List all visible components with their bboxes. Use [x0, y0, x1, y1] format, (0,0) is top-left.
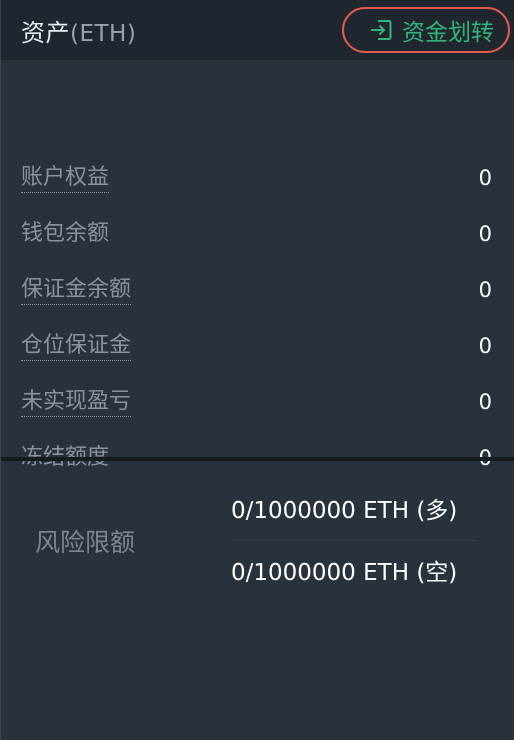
login-arrow-icon [368, 17, 394, 43]
risk-limit-long: 0/1000000 ETH (多) [231, 498, 458, 524]
margin-balance-label-text: 保证金余额 [21, 277, 132, 305]
asset-row-position-margin: 仓位保证金 0 [1, 318, 514, 374]
equity-label[interactable]: 账户权益 [21, 150, 110, 206]
risk-limit-section: 风险限额 0/1000000 ETH (多) 0/1000000 ETH (空) [1, 461, 514, 740]
unrealized-pnl-label[interactable]: 未实现盈亏 [21, 374, 132, 430]
position-margin-label[interactable]: 仓位保证金 [21, 318, 132, 374]
wallet-balance-label-text: 钱包余额 [21, 221, 110, 246]
assets-title-text: 资产 [21, 18, 70, 47]
fund-transfer-label: 资金划转 [402, 20, 494, 46]
assets-panel: 资产(ETH) 资金划转 账户权益 0 钱包余额 0 保证金余额 0 仓位保证金… [0, 0, 514, 740]
fund-transfer-button[interactable]: 资金划转 [342, 7, 510, 53]
unrealized-pnl-label-text: 未实现盈亏 [21, 389, 132, 417]
risk-limit-short: 0/1000000 ETH (空) [231, 560, 458, 586]
position-margin-value: 0 [478, 334, 492, 358]
margin-balance-value: 0 [478, 278, 492, 302]
unrealized-pnl-value: 0 [478, 390, 492, 414]
position-margin-label-text: 仓位保证金 [21, 333, 132, 361]
asset-row-unrealized-pnl: 未实现盈亏 0 [1, 374, 514, 430]
assets-title-unit: (ETH) [70, 20, 137, 47]
margin-balance-label[interactable]: 保证金余额 [21, 262, 132, 318]
asset-list: 账户权益 0 钱包余额 0 保证金余额 0 仓位保证金 0 未实现盈亏 0 冻结… [1, 60, 514, 486]
asset-row-equity: 账户权益 0 [1, 150, 514, 206]
risk-limit-label: 风险限额 [35, 528, 136, 557]
assets-title: 资产(ETH) [21, 13, 136, 48]
risk-limit-separator [231, 540, 478, 541]
equity-value: 0 [478, 166, 492, 190]
wallet-balance-value: 0 [478, 222, 492, 246]
assets-header: 资产(ETH) 资金划转 [1, 0, 514, 60]
wallet-balance-label: 钱包余额 [21, 206, 109, 262]
equity-label-text: 账户权益 [21, 165, 110, 193]
asset-row-wallet-balance: 钱包余额 0 [1, 206, 514, 262]
asset-row-margin-balance: 保证金余额 0 [1, 262, 514, 318]
